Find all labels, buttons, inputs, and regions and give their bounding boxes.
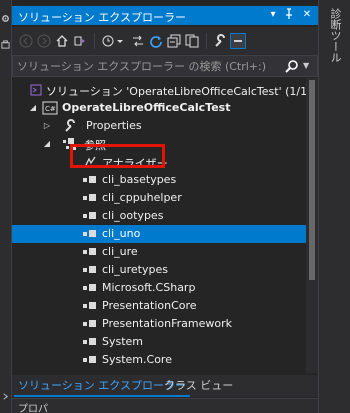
properties-wrench-icon[interactable] (212, 33, 228, 49)
reference-icon (82, 352, 98, 368)
refresh-icon[interactable] (148, 33, 164, 49)
sync-with-active-document-icon[interactable] (130, 33, 146, 49)
switch-views-icon[interactable] (72, 33, 88, 49)
tree-item-reference[interactable]: cli_cppuhelper (12, 189, 306, 207)
tree-item-label: アナライザー (102, 157, 168, 170)
search-box: ▼ (12, 55, 318, 77)
window-position-dropdown-icon[interactable]: ▾ (266, 8, 280, 22)
tree-item-reference[interactable]: cli_ure (12, 243, 306, 261)
expand-collapse-icon[interactable]: ▷ (42, 120, 52, 132)
tree-item-label: System (102, 335, 144, 348)
properties-panel-title: プロパ (18, 404, 48, 413)
back-icon[interactable] (18, 33, 34, 49)
tree-item-reference[interactable]: System.Core (12, 351, 306, 369)
tree-item-reference[interactable]: PresentationCore (12, 297, 306, 315)
tree-item-label: ソリューション 'OperateLibreOfficeCalcTest' (1/… (46, 85, 306, 98)
tab-class-view[interactable]: クラス ビュー (160, 377, 237, 397)
tree-item-label: cli_ure (102, 245, 138, 258)
panel-tab-strip: ソリューション エクスプローラー クラス ビュー (12, 375, 318, 397)
reference-icon (82, 298, 98, 314)
tree-item-reference-selected[interactable]: cli_uno (12, 225, 306, 243)
panel-title-bar[interactable]: ソリューション エクスプローラー ▾ ✕ (12, 6, 318, 25)
reference-icon (82, 190, 98, 206)
search-options-dropdown-icon[interactable]: ▼ (303, 59, 313, 73)
reference-icon (82, 226, 98, 242)
scrollbar-thumb[interactable] (309, 80, 315, 280)
tree-item-reference[interactable]: cli_basetypes (12, 171, 306, 189)
vertical-scrollbar[interactable] (306, 78, 318, 373)
reference-icon (82, 316, 98, 332)
tab-diagnostic-tools[interactable]: 診断ツール (327, 8, 343, 63)
reference-icon (82, 334, 98, 350)
properties-panel-header[interactable]: プロパ (12, 398, 318, 413)
references-icon (62, 136, 78, 152)
expand-collapse-icon[interactable]: ◢ (42, 138, 52, 150)
solution-tree: ソリューション 'OperateLibreOfficeCalcTest' (1/… (12, 78, 306, 373)
panel-title: ソリューション エクスプローラー (18, 11, 186, 24)
tree-item-label: 参照 (84, 139, 106, 152)
tree-item-label: PresentationCore (102, 299, 197, 312)
reference-icon (82, 172, 98, 188)
tree-item-label: OperateLibreOfficeCalcTest (62, 101, 231, 114)
tree-item-solution[interactable]: ソリューション 'OperateLibreOfficeCalcTest' (1/… (12, 81, 306, 99)
tree-item-analyzers[interactable]: アナライザー (12, 153, 306, 171)
toolbox-icon[interactable] (1, 40, 10, 49)
tree-item-reference[interactable]: PresentationFramework (12, 315, 306, 333)
wrench-icon (62, 118, 78, 134)
tree-item-label: System.Core (102, 353, 172, 366)
tree-item-label: cli_uno (102, 227, 141, 240)
toolbar-separator (206, 33, 207, 49)
tree-item-reference[interactable]: System (12, 333, 306, 351)
panel-toolbar (12, 27, 318, 55)
tree-item-label: cli_basetypes (102, 173, 177, 186)
left-tool-strip (0, 0, 12, 413)
tree-item-reference[interactable]: cli_ootypes (12, 207, 306, 225)
show-all-files-icon[interactable] (184, 33, 200, 49)
tree-item-label: Microsoft.CSharp (102, 281, 196, 294)
tree-item-project[interactable]: ◢ C# OperateLibreOfficeCalcTest (12, 99, 306, 117)
tree-item-label: PresentationFramework (102, 317, 232, 330)
tree-item-label: cli_uretypes (102, 263, 168, 276)
toolbar-separator (94, 33, 95, 49)
search-icon[interactable] (285, 59, 299, 73)
pin-icon[interactable] (282, 8, 296, 22)
reference-icon (82, 208, 98, 224)
reference-icon (82, 262, 98, 278)
tree-item-reference[interactable]: cli_uretypes (12, 261, 306, 279)
search-input[interactable] (17, 58, 287, 74)
close-icon[interactable]: ✕ (300, 8, 314, 22)
tree-item-label: Properties (86, 119, 142, 132)
tree-item-reference[interactable]: Microsoft.CSharp (12, 279, 306, 297)
reference-icon (82, 280, 98, 296)
pending-changes-filter-icon[interactable] (100, 33, 126, 49)
right-tool-strip: 診断ツール (318, 0, 350, 413)
gear-icon[interactable] (1, 14, 10, 23)
csharp-project-icon: C# (42, 100, 58, 116)
home-icon[interactable] (54, 33, 70, 49)
expand-collapse-icon[interactable]: ◢ (28, 102, 38, 114)
forward-icon[interactable] (36, 33, 52, 49)
reference-icon (82, 244, 98, 260)
preview-selected-items-icon[interactable] (230, 33, 246, 49)
analyzer-icon (82, 154, 98, 170)
tree-item-references[interactable]: ◢ 参照 (12, 135, 306, 153)
svg-text:C#: C# (45, 105, 56, 113)
tree-item-label: cli_cppuhelper (102, 191, 182, 204)
tree-item-properties[interactable]: ▷ Properties (12, 117, 306, 135)
solution-explorer-panel: ソリューション エクスプローラー ▾ ✕ ▼ ソリューション 'OperateL… (12, 0, 318, 413)
solution-icon (28, 82, 44, 98)
collapse-all-icon[interactable] (166, 33, 182, 49)
collapse-arrow-icon[interactable] (1, 392, 10, 401)
tree-item-label: cli_ootypes (102, 209, 164, 222)
